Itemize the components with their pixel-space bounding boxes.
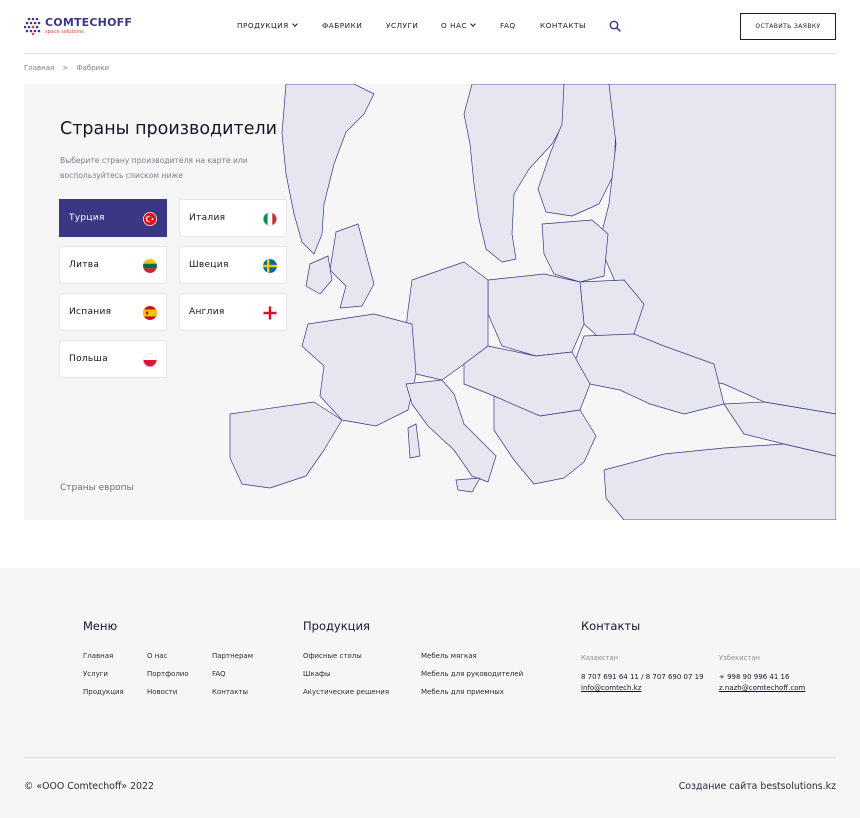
contact-phone-kz[interactable]: 8 707 691 64 11 / 8 707 690 07 19 xyxy=(581,673,704,681)
country-button-sweden[interactable]: Швеция xyxy=(179,246,287,284)
footer-link-about[interactable]: О нас xyxy=(147,652,167,660)
map-region-ireland xyxy=(305,255,333,295)
header-divider xyxy=(24,53,836,54)
map-region-uk xyxy=(329,223,375,309)
footer-link-products[interactable]: Продукция xyxy=(83,688,124,696)
turkey-flag-icon xyxy=(143,212,157,226)
map-region-iberia xyxy=(229,401,343,489)
country-name: Испания xyxy=(69,307,112,317)
country-button-italy[interactable]: Италия xyxy=(179,199,287,237)
country-name: Швеция xyxy=(189,260,229,270)
contact-country-kz: Казахстан xyxy=(581,654,619,662)
copyright: © «ООО Comtechoff» 2022 xyxy=(24,781,154,792)
chevron-down-icon xyxy=(470,21,476,27)
footer-link-faq[interactable]: FAQ xyxy=(212,670,226,678)
chevron-down-icon xyxy=(291,21,298,27)
footer-divider xyxy=(24,757,836,758)
footer-link-cabinets[interactable]: Шкафы xyxy=(303,670,331,678)
nav-item-contacts[interactable]: КОНТАКТЫ xyxy=(540,21,586,30)
map-region-norway xyxy=(281,84,375,255)
nav-item-faq[interactable]: FAQ xyxy=(500,21,516,30)
map-caption: Страны европы xyxy=(60,483,134,493)
england-flag-icon xyxy=(263,306,277,320)
footer-link-services[interactable]: Услуги xyxy=(83,670,108,678)
breadcrumb-current: Фабрики xyxy=(76,64,109,72)
leave-request-button[interactable]: ОСТАВИТЬ ЗАЯВКУ xyxy=(740,13,836,40)
nav-item-services[interactable]: УСЛУГИ xyxy=(386,21,418,30)
country-button-turkey[interactable]: Турция xyxy=(59,199,167,237)
country-name: Англия xyxy=(189,307,225,317)
page-subtitle: Выберите страну производителя на карте и… xyxy=(60,156,248,180)
footer-contacts-heading: Контакты xyxy=(581,619,641,633)
nav-item-factories[interactable]: ФАБРИКИ xyxy=(322,21,362,30)
breadcrumb: Главная > Фабрики xyxy=(24,64,115,72)
country-button-lithuania[interactable]: Литва xyxy=(59,246,167,284)
site-header: COMTECHOFF space solutions ПРОДУКЦИЯ ФАБ… xyxy=(0,0,860,54)
poland-flag-icon xyxy=(143,353,157,367)
logo[interactable]: COMTECHOFF space solutions xyxy=(24,16,134,38)
footer-products-heading: Продукция xyxy=(303,619,370,633)
map-region-turkey xyxy=(603,443,836,520)
site-credit-link[interactable]: Создание сайта bestsolutions.kz xyxy=(679,781,836,792)
nav-label: FAQ xyxy=(500,21,516,30)
map-region-central-europe xyxy=(463,345,591,417)
contact-phone-uz[interactable]: + 998 90 996 41 16 xyxy=(719,673,789,681)
footer-link-reception-furniture[interactable]: Мебель для приемных xyxy=(421,688,504,696)
map-region-italy xyxy=(405,379,497,483)
page-title: Страны производители xyxy=(60,119,278,139)
sweden-flag-icon xyxy=(263,259,277,273)
footer-link-acoustic[interactable]: Акустические решения xyxy=(303,688,389,696)
breadcrumb-home[interactable]: Главная xyxy=(24,64,54,72)
nav-label: УСЛУГИ xyxy=(386,21,419,30)
logo-tagline: space solutions xyxy=(45,29,84,35)
footer-link-home[interactable]: Главная xyxy=(83,652,113,660)
map-region-baltics xyxy=(541,219,609,283)
country-button-spain[interactable]: Испания xyxy=(59,293,167,331)
country-name: Турция xyxy=(69,213,105,223)
logo-mark-icon xyxy=(24,17,41,35)
footer-link-partners[interactable]: Партнерам xyxy=(212,652,253,660)
country-button-england[interactable]: Англия xyxy=(179,293,287,331)
footer-link-portfolio[interactable]: Портфолио xyxy=(147,670,189,678)
nav-item-about[interactable]: О НАС xyxy=(441,21,476,30)
search-icon[interactable] xyxy=(609,20,621,32)
breadcrumb-separator: > xyxy=(62,64,69,72)
contact-email-kz[interactable]: info@comtech.kz xyxy=(581,684,641,692)
footer-link-office-desks[interactable]: Офисные столы xyxy=(303,652,362,660)
lithuania-flag-icon xyxy=(143,259,157,273)
footer-link-executive-furniture[interactable]: Мебель для руководителей xyxy=(421,670,523,678)
map-region-poland xyxy=(487,273,585,357)
logo-name: COMTECHOFF xyxy=(45,16,133,29)
country-name: Польша xyxy=(69,354,108,364)
contact-email-uz[interactable]: z.nazh@comtechoff.com xyxy=(719,684,805,692)
nav-label: О НАС xyxy=(441,21,468,30)
nav-label: КОНТАКТЫ xyxy=(540,21,586,30)
spain-flag-icon xyxy=(143,306,157,320)
contact-country-uz: Узбекистан xyxy=(719,654,760,662)
country-name: Италия xyxy=(189,213,226,223)
nav-item-products[interactable]: ПРОДУКЦИЯ xyxy=(237,21,298,30)
footer-link-soft-furniture[interactable]: Мебель мягкая xyxy=(421,652,477,660)
country-name: Литва xyxy=(69,260,100,270)
nav-label: ФАБРИКИ xyxy=(322,21,363,30)
footer-menu-heading: Меню xyxy=(83,619,118,633)
italy-flag-icon xyxy=(263,212,277,226)
nav-label: ПРОДУКЦИЯ xyxy=(237,21,289,30)
site-footer: Меню Главная О нас Партнерам Услуги Порт… xyxy=(0,568,860,818)
footer-link-contacts[interactable]: Контакты xyxy=(212,688,248,696)
countries-map-section: Страны производители Выберите страну про… xyxy=(24,84,836,520)
footer-link-news[interactable]: Новости xyxy=(147,688,177,696)
country-button-poland[interactable]: Польша xyxy=(59,340,167,378)
